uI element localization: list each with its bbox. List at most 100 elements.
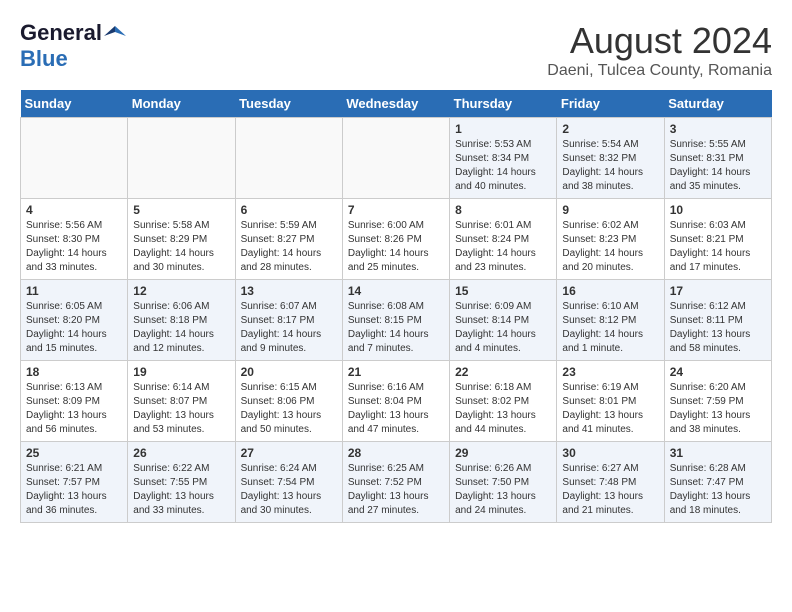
day-number: 29	[455, 446, 551, 460]
day-number: 15	[455, 284, 551, 298]
calendar-cell: 17 Sunrise: 6:12 AM Sunset: 8:11 PM Dayli…	[664, 280, 771, 361]
calendar-cell	[342, 118, 449, 199]
calendar-cell: 16 Sunrise: 6:10 AM Sunset: 8:12 PM Dayli…	[557, 280, 664, 361]
day-number: 31	[670, 446, 766, 460]
calendar-cell: 20 Sunrise: 6:15 AM Sunset: 8:06 PM Dayli…	[235, 361, 342, 442]
calendar-cell: 18Sunrise: 6:13 AM Sunset: 8:09 PM Dayli…	[21, 361, 128, 442]
calendar-cell: 12 Sunrise: 6:06 AM Sunset: 8:18 PM Dayli…	[128, 280, 235, 361]
logo-general-text: General	[20, 20, 102, 46]
day-number: 10	[670, 203, 766, 217]
calendar-table: SundayMondayTuesdayWednesdayThursdayFrid…	[20, 90, 772, 523]
header-thursday: Thursday	[450, 90, 557, 118]
cell-content: Sunrise: 6:21 AM Sunset: 7:57 PM Dayligh…	[26, 462, 122, 518]
cell-content: Sunrise: 6:10 AM Sunset: 8:12 PM Dayligh…	[562, 300, 658, 356]
day-number: 21	[348, 365, 444, 379]
calendar-cell: 22Sunrise: 6:18 AM Sunset: 8:02 PM Dayli…	[450, 361, 557, 442]
calendar-header-row: SundayMondayTuesdayWednesdayThursdayFrid…	[21, 90, 772, 118]
cell-content: Sunrise: 6:09 AM Sunset: 8:14 PM Dayligh…	[455, 300, 551, 356]
title-block: August 2024 Daeni, Tulcea County, Romani…	[547, 20, 772, 80]
calendar-cell	[235, 118, 342, 199]
page-header: General Blue August 2024 Daeni, Tulcea C…	[20, 20, 772, 80]
day-number: 17	[670, 284, 766, 298]
calendar-cell: 7Sunrise: 6:00 AM Sunset: 8:26 PM Daylig…	[342, 199, 449, 280]
cell-content: Sunrise: 5:53 AM Sunset: 8:34 PM Dayligh…	[455, 138, 551, 194]
header-monday: Monday	[128, 90, 235, 118]
calendar-cell: 23Sunrise: 6:19 AM Sunset: 8:01 PM Dayli…	[557, 361, 664, 442]
cell-content: Sunrise: 6:24 AM Sunset: 7:54 PM Dayligh…	[241, 462, 337, 518]
week-row-3: 11Sunrise: 6:05 AM Sunset: 8:20 PM Dayli…	[21, 280, 772, 361]
cell-content: Sunrise: 6:08 AM Sunset: 8:15 PM Dayligh…	[348, 300, 444, 356]
header-wednesday: Wednesday	[342, 90, 449, 118]
cell-content: Sunrise: 6:14 AM Sunset: 8:07 PM Dayligh…	[133, 381, 229, 437]
cell-content: Sunrise: 6:15 AM Sunset: 8:06 PM Dayligh…	[241, 381, 337, 437]
logo: General Blue	[20, 20, 126, 72]
logo-blue-text: Blue	[20, 46, 68, 72]
logo-bird-icon	[104, 22, 126, 44]
calendar-cell: 2 Sunrise: 5:54 AM Sunset: 8:32 PM Daylig…	[557, 118, 664, 199]
calendar-cell: 26Sunrise: 6:22 AM Sunset: 7:55 PM Dayli…	[128, 442, 235, 523]
day-number: 5	[133, 203, 229, 217]
day-number: 12	[133, 284, 229, 298]
calendar-cell: 6 Sunrise: 5:59 AM Sunset: 8:27 PM Daylig…	[235, 199, 342, 280]
calendar-cell: 31 Sunrise: 6:28 AM Sunset: 7:47 PM Dayli…	[664, 442, 771, 523]
cell-content: Sunrise: 6:07 AM Sunset: 8:17 PM Dayligh…	[241, 300, 337, 356]
day-number: 2	[562, 122, 658, 136]
cell-content: Sunrise: 6:16 AM Sunset: 8:04 PM Dayligh…	[348, 381, 444, 437]
cell-content: Sunrise: 6:20 AM Sunset: 7:59 PM Dayligh…	[670, 381, 766, 437]
calendar-cell: 4 Sunrise: 5:56 AM Sunset: 8:30 PM Daylig…	[21, 199, 128, 280]
week-row-4: 18Sunrise: 6:13 AM Sunset: 8:09 PM Dayli…	[21, 361, 772, 442]
day-number: 16	[562, 284, 658, 298]
day-number: 24	[670, 365, 766, 379]
calendar-cell: 25 Sunrise: 6:21 AM Sunset: 7:57 PM Dayli…	[21, 442, 128, 523]
day-number: 4	[26, 203, 122, 217]
calendar-cell: 21 Sunrise: 6:16 AM Sunset: 8:04 PM Dayli…	[342, 361, 449, 442]
cell-content: Sunrise: 6:13 AM Sunset: 8:09 PM Dayligh…	[26, 381, 122, 437]
day-number: 6	[241, 203, 337, 217]
day-number: 20	[241, 365, 337, 379]
day-number: 11	[26, 284, 122, 298]
cell-content: Sunrise: 6:12 AM Sunset: 8:11 PM Dayligh…	[670, 300, 766, 356]
cell-content: Sunrise: 5:55 AM Sunset: 8:31 PM Dayligh…	[670, 138, 766, 194]
calendar-cell: 5Sunrise: 5:58 AM Sunset: 8:29 PM Daylig…	[128, 199, 235, 280]
day-number: 3	[670, 122, 766, 136]
day-number: 13	[241, 284, 337, 298]
calendar-cell: 1 Sunrise: 5:53 AM Sunset: 8:34 PM Daylig…	[450, 118, 557, 199]
calendar-cell	[128, 118, 235, 199]
day-number: 8	[455, 203, 551, 217]
cell-content: Sunrise: 6:22 AM Sunset: 7:55 PM Dayligh…	[133, 462, 229, 518]
week-row-2: 4 Sunrise: 5:56 AM Sunset: 8:30 PM Daylig…	[21, 199, 772, 280]
cell-content: Sunrise: 6:03 AM Sunset: 8:21 PM Dayligh…	[670, 219, 766, 275]
header-friday: Friday	[557, 90, 664, 118]
calendar-cell: 15 Sunrise: 6:09 AM Sunset: 8:14 PM Dayli…	[450, 280, 557, 361]
calendar-cell: 14 Sunrise: 6:08 AM Sunset: 8:15 PM Dayli…	[342, 280, 449, 361]
calendar-cell: 30 Sunrise: 6:27 AM Sunset: 7:48 PM Dayli…	[557, 442, 664, 523]
location-subtitle: Daeni, Tulcea County, Romania	[547, 62, 772, 80]
calendar-cell: 8Sunrise: 6:01 AM Sunset: 8:24 PM Daylig…	[450, 199, 557, 280]
day-number: 28	[348, 446, 444, 460]
calendar-cell: 24 Sunrise: 6:20 AM Sunset: 7:59 PM Dayli…	[664, 361, 771, 442]
calendar-cell: 29 Sunrise: 6:26 AM Sunset: 7:50 PM Dayli…	[450, 442, 557, 523]
calendar-cell: 3 Sunrise: 5:55 AM Sunset: 8:31 PM Daylig…	[664, 118, 771, 199]
cell-content: Sunrise: 6:28 AM Sunset: 7:47 PM Dayligh…	[670, 462, 766, 518]
cell-content: Sunrise: 6:27 AM Sunset: 7:48 PM Dayligh…	[562, 462, 658, 518]
calendar-cell: 19 Sunrise: 6:14 AM Sunset: 8:07 PM Dayli…	[128, 361, 235, 442]
cell-content: Sunrise: 5:54 AM Sunset: 8:32 PM Dayligh…	[562, 138, 658, 194]
day-number: 25	[26, 446, 122, 460]
cell-content: Sunrise: 6:25 AM Sunset: 7:52 PM Dayligh…	[348, 462, 444, 518]
cell-content: Sunrise: 6:26 AM Sunset: 7:50 PM Dayligh…	[455, 462, 551, 518]
calendar-body: 1 Sunrise: 5:53 AM Sunset: 8:34 PM Daylig…	[21, 118, 772, 523]
day-number: 23	[562, 365, 658, 379]
day-number: 19	[133, 365, 229, 379]
cell-content: Sunrise: 5:56 AM Sunset: 8:30 PM Dayligh…	[26, 219, 122, 275]
cell-content: Sunrise: 5:59 AM Sunset: 8:27 PM Dayligh…	[241, 219, 337, 275]
day-number: 30	[562, 446, 658, 460]
calendar-cell: 27 Sunrise: 6:24 AM Sunset: 7:54 PM Dayli…	[235, 442, 342, 523]
day-number: 27	[241, 446, 337, 460]
calendar-cell: 28 Sunrise: 6:25 AM Sunset: 7:52 PM Dayli…	[342, 442, 449, 523]
day-number: 1	[455, 122, 551, 136]
day-number: 14	[348, 284, 444, 298]
header-sunday: Sunday	[21, 90, 128, 118]
calendar-cell: 13 Sunrise: 6:07 AM Sunset: 8:17 PM Dayli…	[235, 280, 342, 361]
cell-content: Sunrise: 6:06 AM Sunset: 8:18 PM Dayligh…	[133, 300, 229, 356]
cell-content: Sunrise: 6:00 AM Sunset: 8:26 PM Dayligh…	[348, 219, 444, 275]
